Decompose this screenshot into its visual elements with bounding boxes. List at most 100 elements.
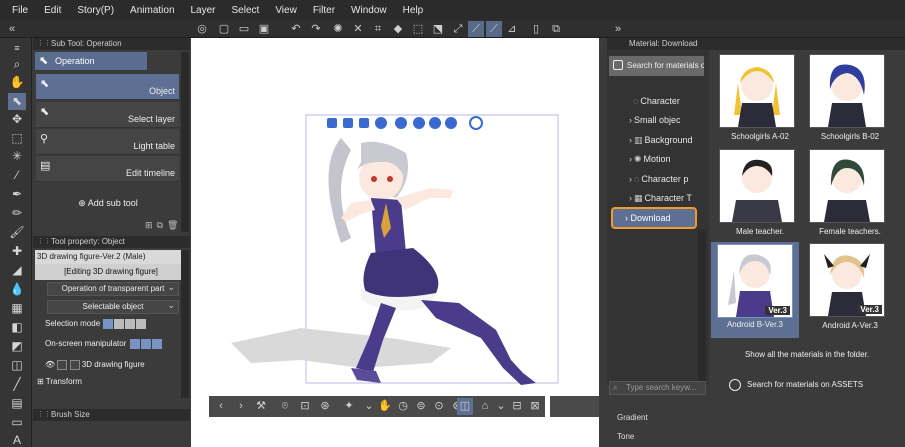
ground-icon[interactable]: ⊙ [431, 398, 447, 415]
material-card[interactable]: Male teacher. [719, 149, 801, 244]
subtool-select-layer[interactable]: ⬉ Select layer [36, 102, 179, 128]
menu-file[interactable]: File [0, 5, 36, 16]
menu-help[interactable]: Help [395, 5, 432, 16]
material-card-selected[interactable]: Ver.3 Android B-Ver.3 [711, 242, 799, 338]
list-gradient[interactable]: Gradient [617, 413, 648, 422]
frame-icon[interactable]: ◫ [8, 357, 26, 374]
material-card[interactable]: Schoolgirls A-02 [719, 54, 801, 149]
subtool-edit-timeline[interactable]: ▤ Edit timeline [36, 156, 179, 182]
subtool-scrollbar[interactable] [181, 52, 189, 232]
collapse-left-icon[interactable]: « [4, 21, 20, 37]
selection-mode-3-icon[interactable] [125, 319, 136, 329]
tree-character[interactable]: ◌ Character [633, 96, 680, 106]
material-card[interactable]: Schoolgirls B-02 [809, 54, 891, 149]
gradient-icon[interactable]: ◧ [8, 319, 26, 336]
camera-icon[interactable]: ⌾ [277, 398, 293, 415]
zoom-icon[interactable]: ⌕ [8, 56, 26, 73]
loading-icon[interactable]: ✺ [330, 21, 346, 37]
visible-checkbox[interactable] [69, 360, 80, 370]
hand-pose-icon[interactable]: ✋ [377, 398, 393, 415]
rect-select-icon[interactable]: ⬚ [8, 130, 26, 147]
redo-icon[interactable]: ↷ [308, 21, 324, 37]
figure-select-icon[interactable]: ◫ [457, 398, 473, 415]
menu-edit[interactable]: Edit [36, 5, 69, 16]
blend-icon[interactable]: 💧 [8, 281, 26, 298]
companion-icon[interactable]: ⧉ [548, 21, 564, 37]
register-icon[interactable]: ⌂ [477, 398, 493, 415]
reset-icon[interactable]: ⊛ [317, 398, 333, 415]
menu-animation[interactable]: Animation [122, 5, 182, 16]
add-subtool-button[interactable]: ⊕ Add sub tool [33, 198, 183, 209]
lock-icon[interactable]: ⊜ [413, 398, 429, 415]
operation-icon[interactable]: ⬉ [8, 93, 26, 110]
decoration-icon[interactable]: ✚ [8, 243, 26, 260]
tree-motion[interactable]: › ✺ Motion [629, 154, 671, 165]
hand-icon[interactable]: ✋ [8, 74, 26, 91]
selection-mode-1-icon[interactable] [103, 319, 114, 329]
menu-story[interactable]: Story(P) [69, 5, 122, 16]
fit-icon[interactable]: ⊡ [297, 398, 313, 415]
clock-icon[interactable]: ◷ [395, 398, 411, 415]
transform-icon[interactable]: ⬔ [430, 21, 446, 37]
canvas[interactable] [191, 38, 599, 447]
fill-icon[interactable]: ◆ [390, 21, 406, 37]
list-tone[interactable]: Tone [617, 432, 634, 441]
keyword-search-input[interactable]: ⌕ Type search keyw... [609, 381, 706, 395]
pen-icon[interactable]: ✒ [8, 186, 26, 203]
undo-icon[interactable]: ↶ [288, 21, 304, 37]
manipulator-move-icon[interactable] [129, 339, 140, 349]
menu-filter[interactable]: Filter [305, 5, 343, 16]
palette-menu-icon[interactable]: ≡ [8, 40, 26, 57]
manipulator-rotate-icon[interactable] [140, 339, 151, 349]
pose-dropdown-icon[interactable]: ⌄ [361, 398, 377, 415]
resize-icon[interactable]: ⤢ [450, 21, 466, 37]
toolprop-scrollbar[interactable] [181, 250, 189, 398]
transform-section[interactable]: ⊞ Transform [37, 377, 82, 386]
tree-scrollbar[interactable] [698, 230, 706, 385]
pencil-icon[interactable]: ✏ [8, 205, 26, 222]
search-materials-button[interactable]: Search for materials on [609, 56, 704, 76]
snap-ruler-icon[interactable]: ⟋ [468, 21, 484, 37]
material-card[interactable]: Ver.3 Android A-Ver.3 [809, 243, 891, 338]
settings-icon[interactable]: ⊠ [527, 398, 543, 415]
selection-icon[interactable]: ⬚ [410, 21, 426, 37]
selection-mode-2-icon[interactable] [114, 319, 125, 329]
eyedropper-icon[interactable]: ⁄ [8, 167, 26, 184]
save-icon[interactable]: ▣ [256, 21, 272, 37]
eraser-icon[interactable]: ◢ [8, 262, 26, 279]
tree-download[interactable]: › Download [611, 207, 697, 229]
tool-icon[interactable]: ⚒ [253, 398, 269, 415]
selection-mode-4-icon[interactable] [136, 319, 147, 329]
app-logo-icon[interactable]: ◎ [194, 21, 210, 37]
material-card[interactable]: Female teachers. [809, 149, 891, 244]
subtool-footer-icons[interactable]: ⊞⧉🗑 [145, 220, 182, 231]
crop-icon[interactable]: ⌗ [370, 21, 386, 37]
snap-grid-icon[interactable]: ⊿ [504, 21, 520, 37]
brush-icon[interactable]: 🖌 [8, 224, 26, 241]
move-icon[interactable]: ✥ [8, 111, 26, 128]
new-file-icon[interactable]: ▢ [216, 21, 232, 37]
balloon-icon[interactable]: ▤ [8, 395, 26, 412]
pose-icon[interactable]: ✦ [341, 398, 357, 415]
text-a-icon[interactable]: A [8, 432, 26, 447]
snap-special-ruler-icon[interactable]: ⟋ [486, 21, 502, 37]
lock-checkbox[interactable] [57, 360, 68, 370]
menu-select[interactable]: Select [224, 5, 268, 16]
figure-icon[interactable]: ◩ [8, 338, 26, 355]
eye-icon[interactable]: 👁 [45, 360, 55, 369]
menu-layer[interactable]: Layer [183, 5, 224, 16]
menu-window[interactable]: Window [343, 5, 395, 16]
more-icon[interactable]: ⊟ [509, 398, 525, 415]
manipulator-scale-icon[interactable] [151, 339, 162, 349]
open-file-icon[interactable]: ▭ [236, 21, 252, 37]
subtool-light-table[interactable]: ⚲ Light table [36, 129, 179, 155]
menu-view[interactable]: View [267, 5, 305, 16]
smartphone-icon[interactable]: ▯ [528, 21, 544, 37]
text-icon[interactable]: ▭ [8, 414, 26, 431]
tree-character-pose[interactable]: › ◌ Character p [629, 174, 688, 184]
tree-small-objects[interactable]: › Small objec [629, 115, 681, 125]
clear-icon[interactable]: ✕ [350, 21, 366, 37]
magic-wand-icon[interactable]: ✳ [8, 148, 26, 165]
tree-character-t[interactable]: › ▦ Character T [629, 193, 692, 204]
tab-operation[interactable]: ⬉ Operation [35, 52, 147, 70]
